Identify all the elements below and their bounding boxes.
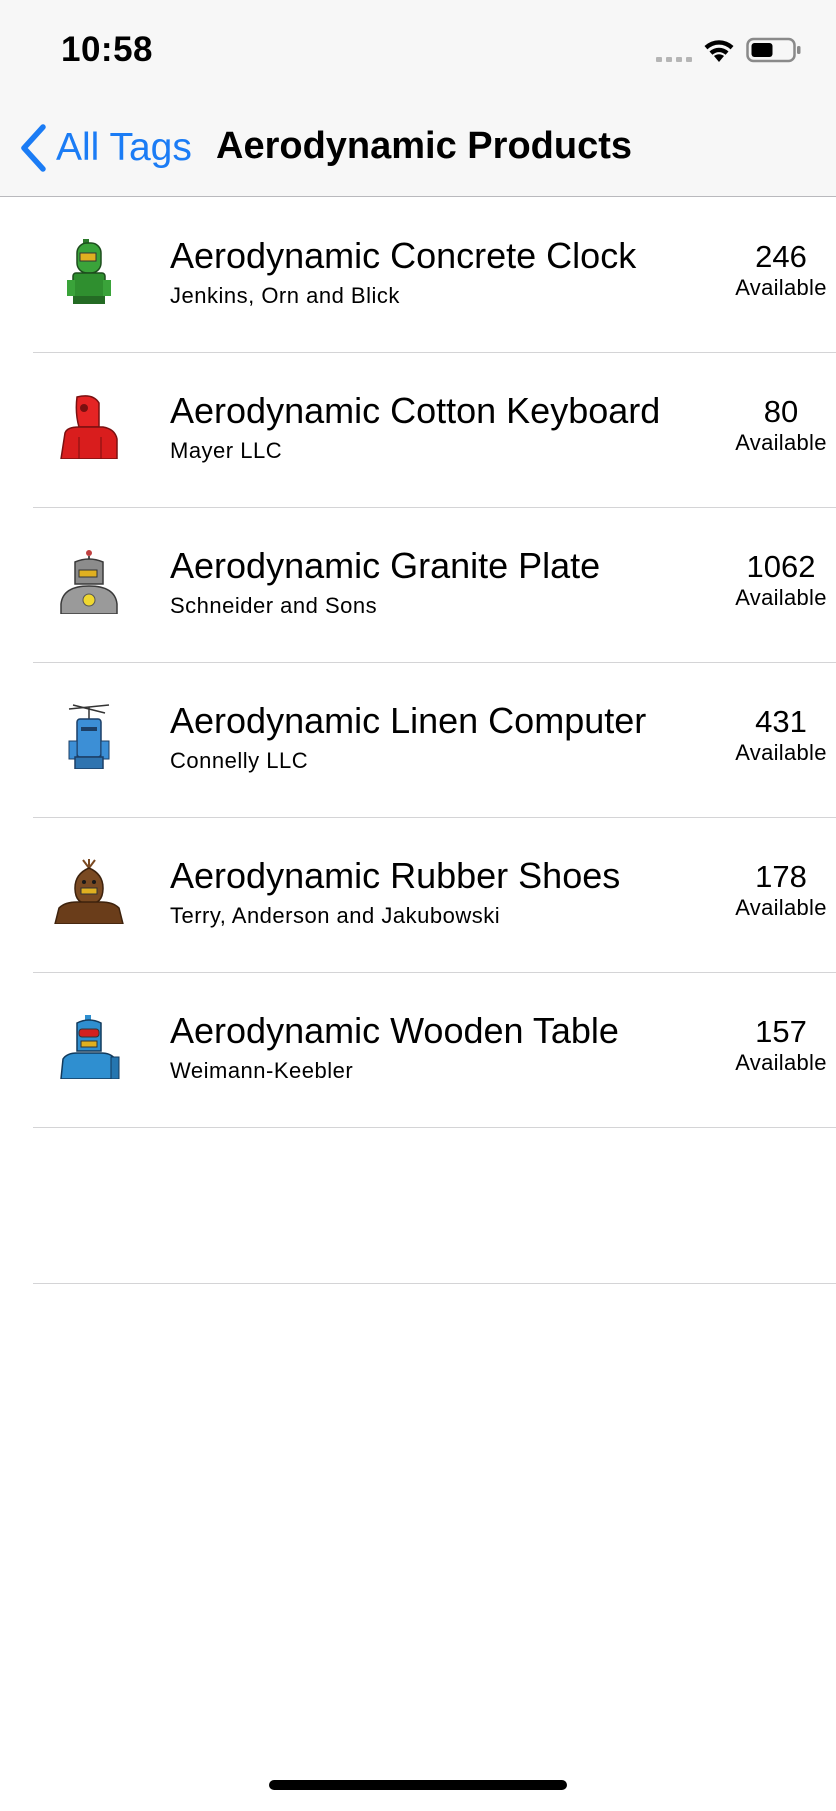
quantity-label: Available [735, 1050, 827, 1075]
cellular-signal-icon [656, 38, 692, 62]
quantity-block: 246 Available [726, 240, 836, 302]
quantity-value: 1062 [746, 549, 816, 584]
product-row[interactable]: Aerodynamic Granite Plate Schneider and … [33, 508, 836, 663]
product-name: Aerodynamic Rubber Shoes [170, 855, 621, 896]
product-name: Aerodynamic Wooden Table [170, 1010, 619, 1051]
robot-avatar-icon [53, 703, 125, 769]
product-brand: Terry, Anderson and Jakubowski [170, 903, 501, 928]
product-brand: Mayer LLC [170, 438, 283, 463]
empty-row [33, 1128, 836, 1284]
back-button-label: All Tags [56, 126, 192, 169]
product-name: Aerodynamic Linen Computer [170, 700, 647, 741]
robot-avatar-icon [53, 238, 125, 304]
page-title: Aerodynamic Products [216, 125, 632, 167]
robot-avatar-icon [53, 858, 125, 924]
robot-avatar-icon [53, 1013, 125, 1079]
battery-icon [746, 37, 801, 63]
product-brand: Schneider and Sons [170, 593, 378, 618]
product-name: Aerodynamic Concrete Clock [170, 235, 637, 276]
product-row[interactable]: Aerodynamic Concrete Clock Jenkins, Orn … [33, 198, 836, 353]
quantity-label: Available [735, 430, 827, 455]
quantity-value: 178 [755, 859, 807, 894]
quantity-label: Available [735, 895, 827, 920]
quantity-value: 80 [763, 394, 799, 429]
status-indicators [656, 34, 802, 66]
quantity-value: 157 [755, 1014, 807, 1049]
navigation-bar: All Tags Aerodynamic Products [0, 98, 836, 197]
quantity-block: 157 Available [726, 1015, 836, 1077]
product-brand: Connelly LLC [170, 748, 309, 773]
quantity-value: 431 [755, 704, 807, 739]
product-name: Aerodynamic Granite Plate [170, 545, 601, 586]
wifi-icon [704, 40, 734, 62]
robot-avatar-icon [53, 393, 125, 459]
back-button[interactable]: All Tags [18, 124, 192, 172]
chevron-left-icon [21, 124, 46, 172]
status-time: 10:58 [61, 30, 154, 69]
product-list: Aerodynamic Concrete Clock Jenkins, Orn … [0, 198, 836, 1284]
quantity-block: 1062 Available [726, 550, 836, 612]
quantity-block: 431 Available [726, 705, 836, 767]
quantity-label: Available [735, 585, 827, 610]
quantity-label: Available [735, 740, 827, 765]
robot-avatar-icon [53, 548, 125, 614]
product-row[interactable]: Aerodynamic Cotton Keyboard Mayer LLC 80… [33, 353, 836, 508]
quantity-label: Available [735, 275, 827, 300]
quantity-block: 178 Available [726, 860, 836, 922]
product-brand: Jenkins, Orn and Blick [170, 283, 400, 308]
status-bar: 10:58 [0, 0, 836, 98]
product-row[interactable]: Aerodynamic Linen Computer Connelly LLC … [33, 663, 836, 818]
home-indicator[interactable] [269, 1780, 567, 1790]
product-brand: Weimann-Keebler [170, 1058, 354, 1083]
quantity-block: 80 Available [726, 395, 836, 457]
product-row[interactable]: Aerodynamic Rubber Shoes Terry, Anderson… [33, 818, 836, 973]
product-name: Aerodynamic Cotton Keyboard [170, 390, 661, 431]
quantity-value: 246 [755, 239, 807, 274]
product-row[interactable]: Aerodynamic Wooden Table Weimann-Keebler… [33, 973, 836, 1128]
